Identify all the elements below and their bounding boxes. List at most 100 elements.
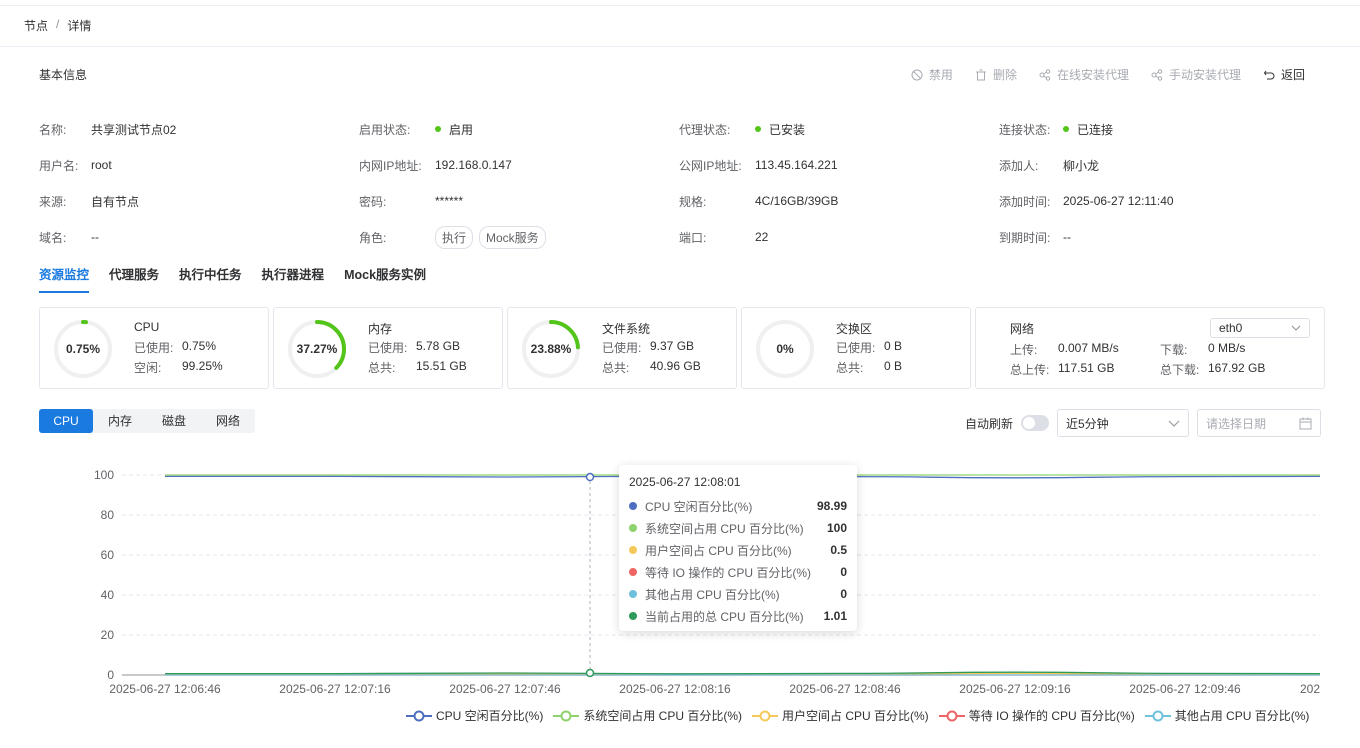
back-label: 返回	[1280, 68, 1305, 82]
y-tick-label: 0	[107, 668, 114, 682]
download-label: 下载:	[1160, 343, 1188, 357]
manual-install-agent-button[interactable]: 手动安装代理	[1151, 66, 1241, 83]
tooltip-row: 用户空间占 CPU 百分比(%) 0.5	[629, 539, 847, 561]
tooltip-time: 2025-06-27 12:08:01	[629, 475, 741, 489]
status-dot	[435, 126, 441, 132]
top-border	[0, 0, 1360, 6]
x-tick-label: 2025-06-27 12:07:46	[449, 682, 561, 696]
filesystem-card-title: 文件系统	[602, 322, 651, 336]
tooltip-row: 其他占用 CPU 百分比(%) 0	[629, 583, 847, 605]
expire-value: --	[1063, 230, 1071, 244]
legend-item[interactable]: 等待 IO 操作的 CPU 百分比(%)	[938, 707, 1135, 724]
date-picker[interactable]: 请选择日期	[1197, 409, 1321, 437]
series-line	[164, 671, 1321, 675]
upload-label: 上传:	[1010, 343, 1038, 357]
online-install-agent-button[interactable]: 在线安装代理	[1039, 66, 1129, 83]
x-tick-label: 2025-06-27 12:08:16	[619, 682, 731, 696]
tooltip-series-dot	[629, 546, 637, 554]
tooltip-row: 系统空间占用 CPU 百分比(%) 100	[629, 517, 847, 539]
time-range-select[interactable]: 近5分钟	[1057, 409, 1189, 437]
x-tick-label: 2025-06-27 12:07:16	[279, 682, 391, 696]
filesystem-used-value: 9.37 GB	[650, 339, 695, 353]
cpu-used-value: 0.75%	[182, 339, 217, 353]
hover-point	[585, 472, 595, 482]
filesystem-total-value: 40.96 GB	[650, 359, 701, 373]
role-tag: 执行	[435, 225, 474, 249]
tab-running-tasks[interactable]: 执行中任务	[179, 264, 242, 293]
tooltip-series-name: 系统空间占用 CPU 百分比(%)	[645, 521, 804, 536]
port-value: 22	[755, 230, 769, 244]
share-icon	[1151, 68, 1163, 81]
auto-refresh-label: 自动刷新	[964, 416, 1013, 431]
network-interface-value: eth0	[1219, 321, 1243, 335]
x-tick-label: 2025-06-27 12:09:46	[1129, 682, 1241, 696]
name-value: 共享测试节点02	[91, 122, 177, 137]
chart-controls: 自动刷新 近5分钟 请选择日期	[965, 409, 1321, 437]
resource-cards: 0.75% CPU 已使用: 0.75% 空闲: 99.25% 37.27% 内存 …	[39, 307, 1325, 389]
y-tick-label: 20	[101, 628, 115, 642]
password-label: 密码:	[359, 194, 387, 209]
network-card-title: 网络	[1010, 322, 1035, 336]
tooltip-series-value: 0	[840, 587, 847, 601]
tab-resource-monitor[interactable]: 资源监控	[39, 264, 90, 293]
lan-ip-label: 内网IP地址:	[359, 158, 422, 173]
tooltip-series-name: 当前占用的总 CPU 百分比(%)	[645, 609, 804, 624]
legend-marker-icon	[752, 710, 779, 721]
legend-item[interactable]: 其他占用 CPU 百分比(%)	[1144, 707, 1309, 724]
swap-used-label: 已使用:	[836, 341, 876, 355]
wan-ip-value: 113.45.164.221	[755, 158, 838, 172]
legend-label: 用户空间占 CPU 百分比(%)	[782, 709, 929, 723]
auto-refresh-toggle[interactable]	[1021, 415, 1049, 431]
tab-mock-instances[interactable]: Mock服务实例	[344, 264, 426, 293]
basic-info-grid: 名称: 共享测试节点02 启用状态: 启用 代理状态: 已安装 连接状态: 已连接 用户…	[39, 111, 1329, 255]
action-bar: 禁用 删除 在线安装代理 手动安装代理 返回	[911, 66, 1305, 83]
delete-label: 删除	[992, 68, 1017, 82]
total-download-label: 总下载:	[1160, 363, 1200, 377]
legend-marker-icon	[1144, 710, 1171, 721]
segment-cpu[interactable]: CPU	[39, 409, 93, 433]
agent-status-value: 已安装	[769, 122, 806, 137]
chart-legend: CPU 空闲百分比(%) 系统空间占用 CPU 百分比(%) 用户空间占 CPU 百…	[406, 707, 1309, 724]
legend-marker-icon	[406, 710, 432, 721]
legend-marker-icon	[553, 710, 580, 721]
back-button[interactable]: 返回	[1263, 66, 1305, 83]
segment-network[interactable]: 网络	[201, 409, 255, 433]
memory-total-value: 15.51 GB	[416, 359, 467, 373]
swap-card-title: 交换区	[836, 322, 873, 336]
memory-gauge-percent: 37.27%	[296, 342, 338, 356]
network-interface-select[interactable]: eth0	[1210, 318, 1310, 338]
enable-status-value: 启用	[449, 122, 474, 137]
legend-item[interactable]: 用户空间占 CPU 百分比(%)	[752, 707, 929, 724]
chevron-down-icon	[1168, 420, 1180, 427]
swap-card: 0% 交换区 已使用: 0 B 总共: 0 B	[741, 307, 971, 389]
tab-executor-process[interactable]: 执行器进程	[262, 264, 325, 293]
swap-used-value: 0 B	[884, 339, 903, 353]
legend-marker-icon	[938, 710, 965, 721]
x-tick-label: 202	[1300, 682, 1320, 696]
legend-item[interactable]: CPU 空闲百分比(%)	[406, 707, 543, 724]
tooltip-row: 当前占用的总 CPU 百分比(%) 1.01	[629, 605, 847, 627]
cpu-gauge-percent: 0.75%	[65, 342, 101, 356]
total-download-value: 167.92 GB	[1208, 361, 1266, 375]
legend-label: CPU 空闲百分比(%)	[436, 709, 544, 723]
share-icon	[1039, 68, 1051, 81]
breadcrumb-root[interactable]: 节点	[24, 17, 48, 34]
tooltip-series-value: 98.99	[816, 499, 847, 513]
filesystem-gauge-percent: 23.88%	[530, 342, 572, 356]
spec-label: 规格:	[679, 194, 707, 209]
delete-button[interactable]: 删除	[975, 66, 1017, 83]
add-time-label: 添加时间:	[999, 194, 1051, 209]
x-tick-label: 2025-06-27 12:09:16	[959, 682, 1071, 696]
tooltip-series-dot	[629, 502, 637, 510]
date-placeholder: 请选择日期	[1206, 416, 1267, 431]
disable-button[interactable]: 禁用	[911, 66, 953, 83]
x-tick-label: 2025-06-27 12:06:46	[109, 682, 221, 696]
segment-memory[interactable]: 内存	[93, 409, 147, 433]
tooltip-series-dot	[629, 524, 637, 532]
breadcrumb-separator: /	[56, 17, 60, 31]
name-label: 名称:	[39, 122, 67, 137]
legend-item[interactable]: 系统空间占用 CPU 百分比(%)	[553, 707, 742, 724]
tab-agent-service[interactable]: 代理服务	[109, 264, 159, 293]
segment-disk[interactable]: 磁盘	[147, 409, 201, 433]
y-tick-label: 100	[94, 468, 114, 482]
